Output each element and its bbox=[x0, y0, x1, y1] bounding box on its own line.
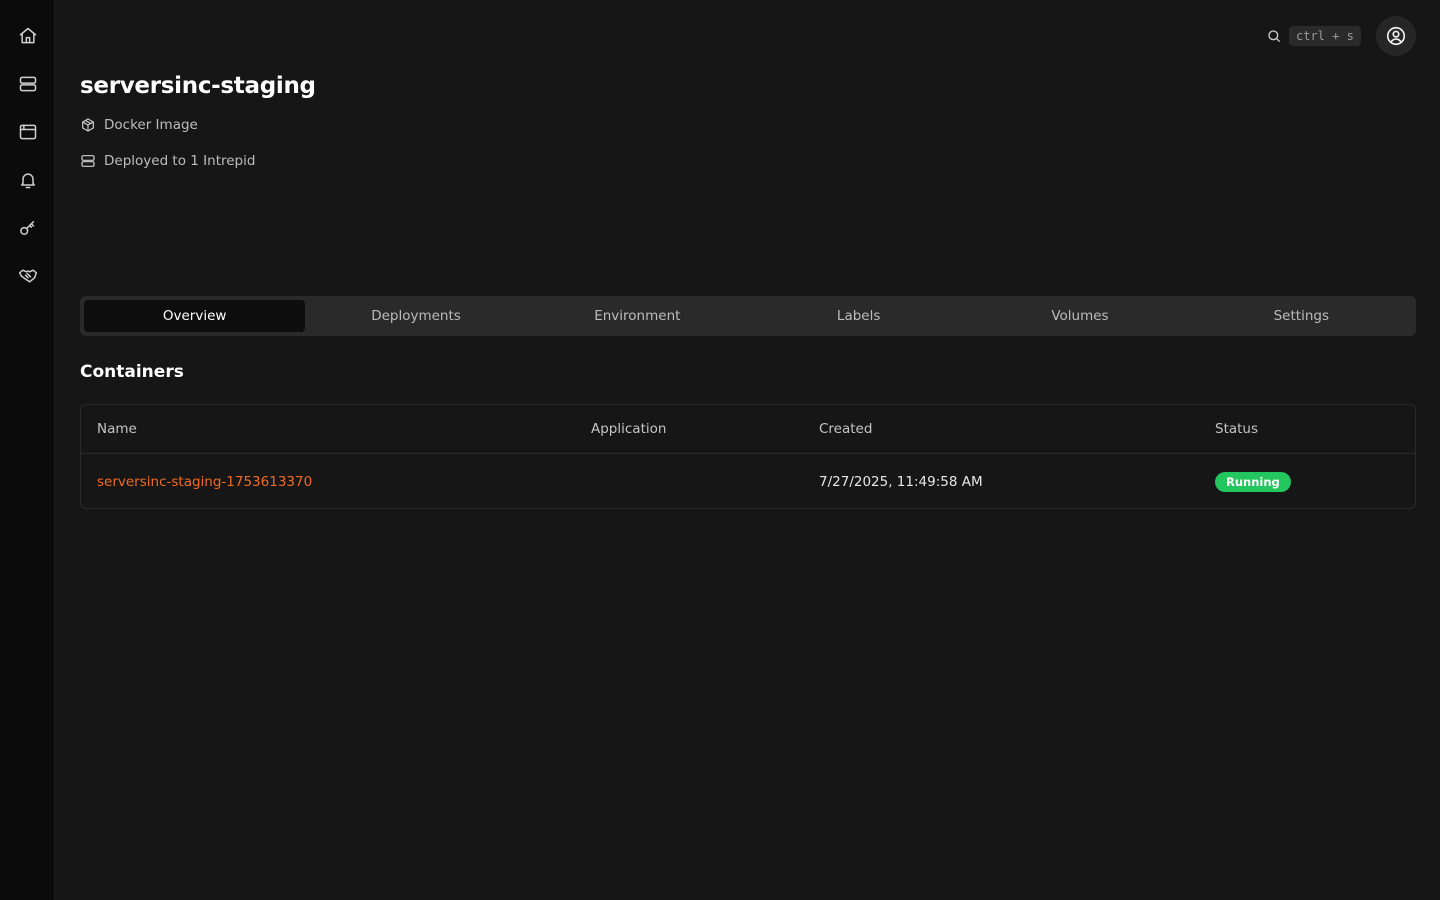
handshake-icon[interactable] bbox=[15, 263, 41, 289]
container-name-link[interactable]: serversinc-staging-1753613370 bbox=[97, 474, 312, 490]
deployment-info: Deployed to 1 Intrepid bbox=[80, 153, 255, 169]
table-header: Name Application Created Status bbox=[81, 405, 1415, 454]
status-badge: Running bbox=[1215, 471, 1291, 492]
user-circle-icon bbox=[1385, 25, 1407, 47]
package-icon bbox=[80, 117, 96, 133]
container-created-cell: 7/27/2025, 11:49:58 AM bbox=[819, 473, 983, 490]
tab-labels[interactable]: Labels bbox=[748, 300, 969, 332]
source-info: Docker Image bbox=[80, 117, 198, 133]
server-icon[interactable] bbox=[15, 71, 41, 97]
key-icon[interactable] bbox=[15, 215, 41, 241]
browser-window-icon[interactable] bbox=[15, 119, 41, 145]
column-header-status[interactable]: Status bbox=[1215, 405, 1258, 453]
search-icon[interactable] bbox=[1266, 28, 1282, 44]
home-icon[interactable] bbox=[15, 23, 41, 49]
table-row: serversinc-staging-1753613370 7/27/2025,… bbox=[81, 454, 1415, 509]
column-header-name[interactable]: Name bbox=[97, 405, 137, 453]
sidebar bbox=[0, 0, 55, 900]
tab-environment[interactable]: Environment bbox=[527, 300, 748, 332]
page-title: serversinc-staging bbox=[80, 73, 316, 99]
tab-bar: Overview Deployments Environment Labels … bbox=[80, 296, 1416, 336]
tab-settings[interactable]: Settings bbox=[1191, 300, 1412, 332]
server-icon bbox=[80, 153, 96, 169]
container-status-cell: Running bbox=[1215, 454, 1291, 509]
search-shortcut-hint: ctrl + s bbox=[1289, 26, 1361, 46]
user-menu-button[interactable] bbox=[1376, 16, 1416, 56]
source-label: Docker Image bbox=[104, 117, 198, 133]
tab-volumes[interactable]: Volumes bbox=[969, 300, 1190, 332]
container-name-cell: serversinc-staging-1753613370 bbox=[97, 454, 312, 509]
global-search[interactable]: ctrl + s bbox=[1266, 26, 1361, 46]
section-title: Containers bbox=[80, 362, 184, 382]
deployed-label: Deployed to 1 Intrepid bbox=[104, 153, 256, 169]
bell-icon[interactable] bbox=[15, 167, 41, 193]
column-header-application[interactable]: Application bbox=[591, 405, 666, 453]
containers-table: Name Application Created Status serversi… bbox=[80, 404, 1416, 509]
tab-deployments[interactable]: Deployments bbox=[305, 300, 526, 332]
tab-overview[interactable]: Overview bbox=[84, 300, 306, 332]
column-header-created[interactable]: Created bbox=[819, 405, 872, 453]
